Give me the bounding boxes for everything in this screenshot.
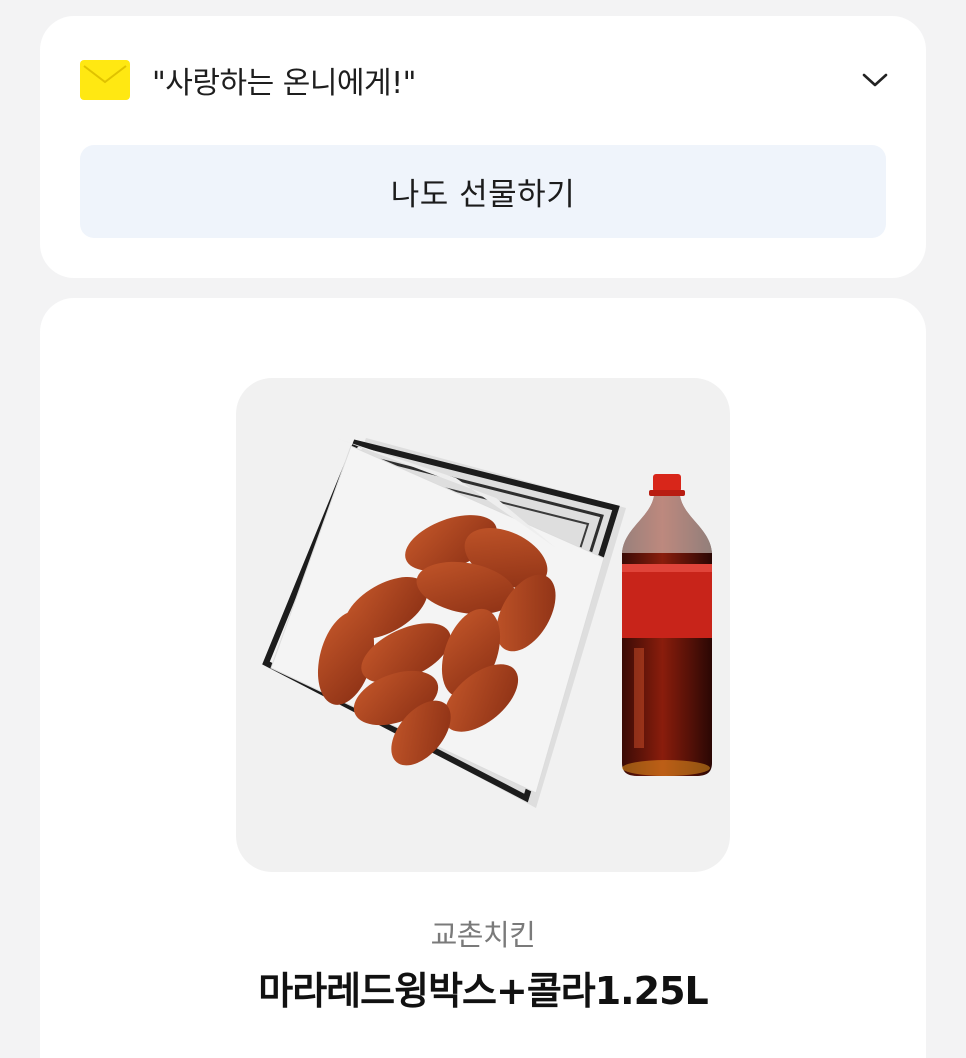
gift-message-header[interactable]: "사랑하는 온니에게!" xyxy=(80,60,892,101)
product-name: 마라레드윙박스+콜라1.25L xyxy=(258,969,708,1013)
chicken-cola-illustration xyxy=(262,438,712,808)
envelope-icon xyxy=(80,60,130,100)
gift-too-button[interactable]: 나도 선물하기 xyxy=(80,145,886,238)
product-card: 교촌치킨 마라레드윙박스+콜라1.25L xyxy=(40,298,926,1058)
product-brand: 교촌치킨 xyxy=(430,918,536,952)
gift-message-card: "사랑하는 온니에게!" 나도 선물하기 xyxy=(40,16,926,278)
product-image xyxy=(236,378,730,872)
gift-message-text: "사랑하는 온니에게!" xyxy=(152,66,416,101)
chevron-down-icon[interactable] xyxy=(858,63,892,97)
